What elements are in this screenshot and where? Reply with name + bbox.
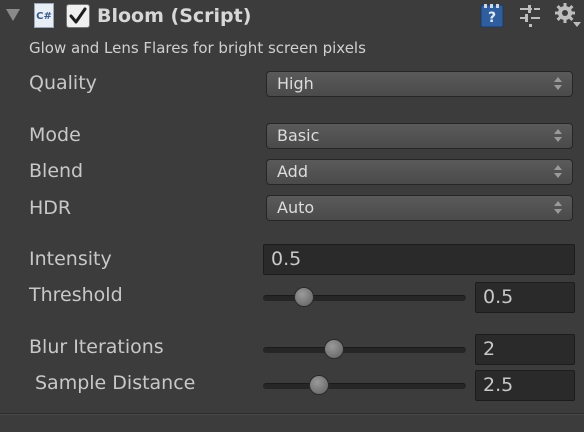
blur-iterations-label: Blur Iterations: [29, 336, 164, 358]
blend-dropdown[interactable]: Add: [266, 159, 573, 185]
dropdown-arrows-icon: [554, 201, 562, 215]
help-icon[interactable]: ?: [480, 3, 506, 29]
mode-value: Basic: [277, 126, 320, 145]
foldout-arrow-icon[interactable]: [6, 9, 20, 21]
svg-text:?: ?: [488, 10, 496, 26]
mode-label: Mode: [29, 124, 81, 146]
quality-label: Quality: [29, 72, 97, 94]
dropdown-arrows-icon: [554, 165, 562, 179]
blend-value: Add: [277, 162, 308, 181]
threshold-slider-thumb[interactable]: [293, 287, 314, 307]
section-divider-highlight: [0, 414, 584, 415]
sample-distance-field[interactable]: 2.5: [475, 370, 575, 401]
enabled-checkbox[interactable]: [66, 4, 90, 28]
checkmark-icon: [69, 7, 87, 24]
blur-iterations-slider-track[interactable]: [263, 347, 466, 353]
blur-iterations-field[interactable]: 2: [475, 334, 575, 365]
threshold-label: Threshold: [29, 284, 123, 306]
component-title: Bloom (Script): [97, 5, 252, 27]
blur-iterations-slider-thumb[interactable]: [323, 339, 344, 359]
threshold-field[interactable]: 0.5: [475, 282, 575, 313]
dropdown-arrows-icon: [554, 129, 562, 143]
hdr-dropdown[interactable]: Auto: [266, 195, 573, 221]
mode-dropdown[interactable]: Basic: [266, 123, 573, 149]
component-header: C# Bloom (Script) ?: [0, 0, 584, 32]
gear-icon[interactable]: [554, 2, 582, 28]
hdr-label: HDR: [29, 197, 72, 219]
blend-label: Blend: [29, 160, 84, 182]
intensity-field[interactable]: 0.5: [263, 244, 575, 275]
quality-dropdown[interactable]: High: [266, 71, 573, 97]
dropdown-arrows-icon: [554, 77, 562, 91]
quality-value: High: [277, 74, 314, 93]
preset-icon[interactable]: [519, 4, 541, 28]
component-description: Glow and Lens Flares for bright screen p…: [29, 39, 366, 57]
hdr-value: Auto: [277, 198, 315, 217]
sample-distance-slider-track[interactable]: [263, 383, 466, 389]
csharp-script-icon: C#: [34, 3, 54, 28]
intensity-label: Intensity: [29, 248, 112, 270]
sample-distance-label: Sample Distance: [35, 372, 196, 394]
sample-distance-slider-thumb[interactable]: [308, 375, 329, 395]
